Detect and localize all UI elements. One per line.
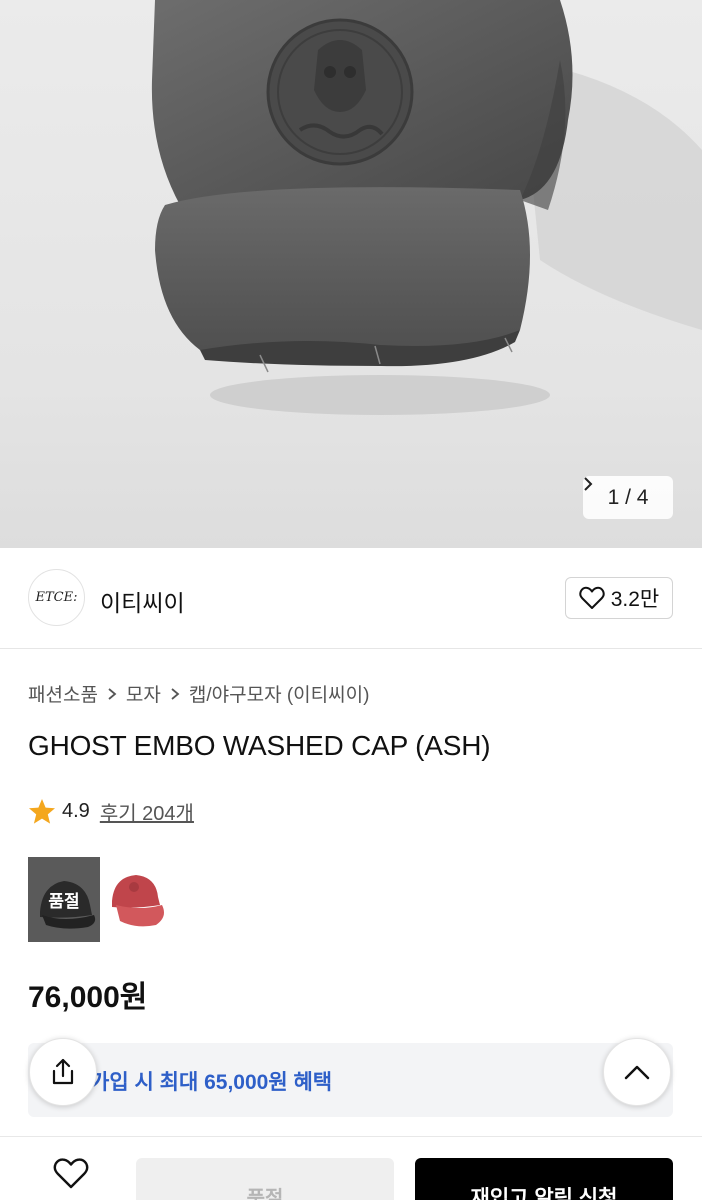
option-thumbnail-ash[interactable]: 품절 xyxy=(28,857,100,942)
brand-like-button[interactable]: 3.2만 xyxy=(565,577,673,619)
star-icon xyxy=(29,799,55,824)
scroll-top-button[interactable] xyxy=(603,1038,671,1106)
brand-like-count: 3.2만 xyxy=(610,588,660,611)
share-button[interactable] xyxy=(29,1038,97,1106)
brand-name[interactable]: 이티씨이 xyxy=(100,584,185,618)
breadcrumb-item[interactable]: 모자 xyxy=(126,680,161,707)
benefit-text: 가입 시 최대 65,000원 혜택 xyxy=(90,1071,333,1094)
brand-logo-text: ETCE: xyxy=(35,590,78,605)
wishlist-button[interactable] xyxy=(40,1158,102,1200)
brand-row: ETCE: 이티씨이 3.2만 xyxy=(0,548,702,649)
product-image-gallery[interactable]: 1 / 4 xyxy=(0,0,702,548)
restock-alert-button[interactable]: 재입고 알림 신청 xyxy=(415,1158,673,1200)
option-image xyxy=(100,857,172,942)
heart-icon xyxy=(53,1158,89,1189)
breadcrumb-item[interactable]: 패션소품 xyxy=(28,680,98,707)
heart-icon xyxy=(579,586,605,609)
chevron-right-icon xyxy=(108,687,117,700)
brand-logo[interactable]: ETCE: xyxy=(28,569,85,626)
chevron-right-icon xyxy=(584,477,593,491)
rating-score: 4.9 xyxy=(62,800,90,822)
chevron-up-icon xyxy=(624,1065,650,1080)
pager-text: 1 / 4 xyxy=(607,485,649,509)
chevron-right-icon xyxy=(171,687,180,700)
image-pager[interactable]: 1 / 4 xyxy=(583,476,673,519)
share-icon xyxy=(52,1058,74,1085)
rating-row[interactable]: 4.9 후기 204개 xyxy=(28,797,194,826)
product-photo xyxy=(151,0,702,415)
breadcrumb: 패션소품 모자 캡/야구모자 (이티씨이) xyxy=(28,680,369,707)
soldout-badge: 품절 xyxy=(48,892,80,911)
breadcrumb-item[interactable]: 캡/야구모자 (이티씨이) xyxy=(189,680,370,707)
product-price: 76,000원 xyxy=(28,981,148,1014)
review-count-link[interactable]: 후기 204개 xyxy=(100,797,194,826)
product-title: GHOST EMBO WASHED CAP (ASH) xyxy=(28,730,491,761)
option-thumbnail-red[interactable] xyxy=(100,857,172,942)
soldout-button[interactable]: 품절 xyxy=(136,1158,394,1200)
